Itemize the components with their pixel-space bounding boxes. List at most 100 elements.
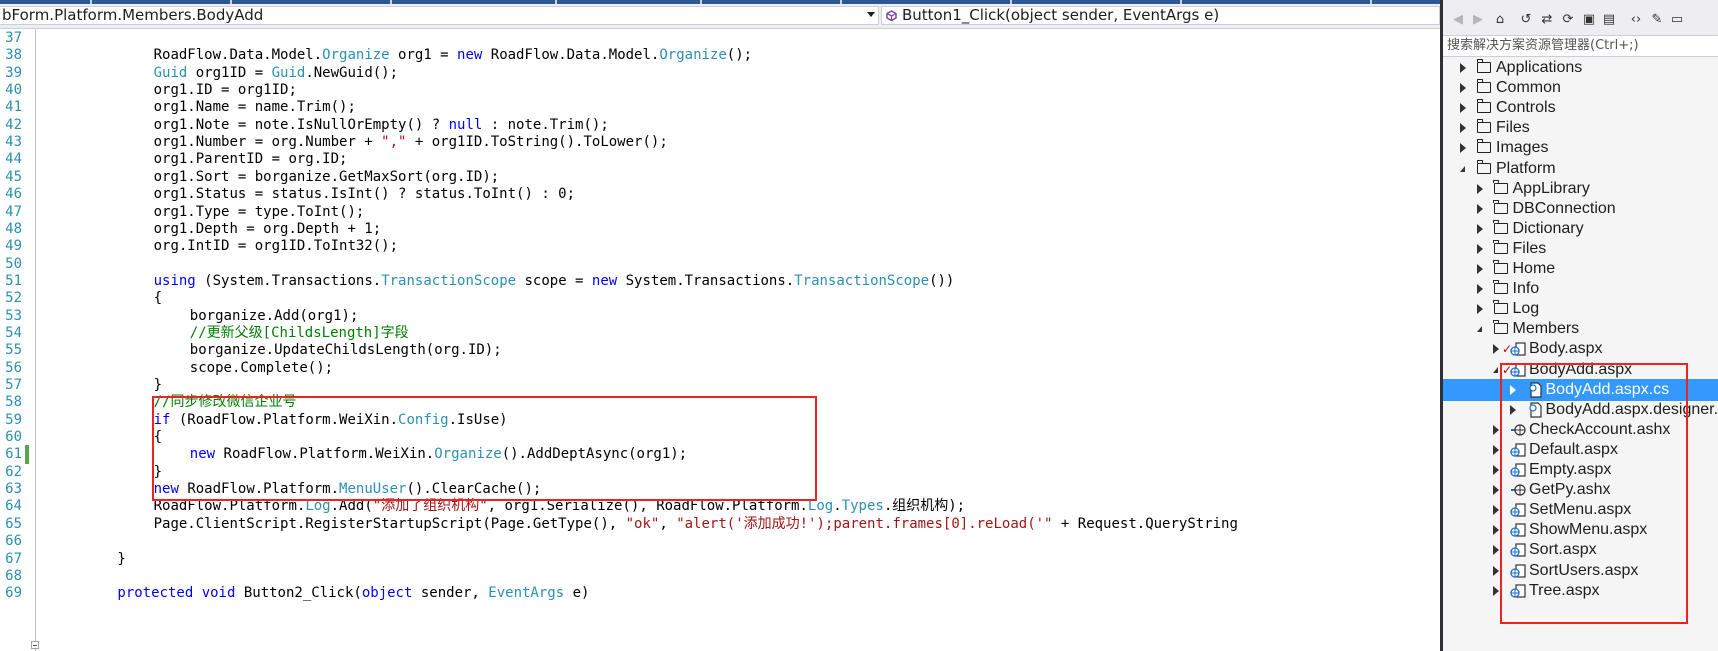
line-number: 46	[5, 186, 22, 203]
properties-icon[interactable]: ✎	[1649, 11, 1665, 29]
expand-arrow-icon[interactable]	[1493, 565, 1499, 576]
back-icon[interactable]: ◀	[1450, 11, 1466, 29]
expand-arrow-icon[interactable]	[1476, 183, 1483, 194]
code-line: new RoadFlow.Platform.WeiXin.Organize().…	[190, 445, 687, 464]
expand-arrow-icon[interactable]	[1493, 545, 1499, 556]
code-token: "添加了组织机构"	[372, 498, 488, 515]
tree-node-images[interactable]: Images	[1443, 137, 1718, 159]
member-selector-dropdown[interactable]: Button1_Click(object sender, EventArgs e…	[881, 6, 1440, 25]
expand-arrow-icon[interactable]	[1509, 404, 1516, 415]
tree-node-tree-aspx[interactable]: Tree.aspx	[1443, 580, 1718, 602]
expand-arrow-icon[interactable]	[1493, 344, 1499, 355]
folder-icon	[1476, 99, 1491, 114]
aspx-page-icon	[1510, 583, 1526, 598]
expand-arrow-icon[interactable]	[1509, 384, 1516, 395]
code-token: + org1ID.ToString().ToLower();	[406, 134, 668, 151]
collapse-all-icon[interactable]: ▣	[1581, 11, 1597, 29]
tree-node-home[interactable]: Home	[1443, 258, 1718, 280]
line-number: 59	[5, 411, 22, 428]
code-line: org1.ID = org1ID;	[154, 81, 297, 100]
collapse-toggle-icon[interactable]	[31, 641, 39, 649]
code-token: Button2_Click(	[235, 585, 362, 602]
tree-node-default-aspx[interactable]: Default.aspx	[1443, 439, 1718, 461]
code-token: org1.Sort = borganize.GetMaxSort(org.ID)…	[153, 168, 500, 185]
code-line: }	[154, 376, 162, 395]
tree-node-members[interactable]: Members	[1443, 318, 1718, 340]
tree-node-platform[interactable]: Platform	[1443, 158, 1718, 180]
tree-node-bodyadd-aspx[interactable]: ✓ BodyAdd.aspx	[1443, 359, 1718, 381]
code-token: Guid	[153, 64, 188, 81]
tree-node-label: Dictionary	[1512, 219, 1584, 237]
tree-node-log[interactable]: Log	[1443, 298, 1718, 320]
solution-explorer-search-input[interactable]: 搜索解决方案资源管理器(Ctrl+;)	[1443, 35, 1718, 57]
expand-arrow-icon[interactable]	[1460, 63, 1466, 73]
tree-node-label: ShowMenu.aspx	[1529, 521, 1648, 539]
expand-arrow-icon[interactable]	[1476, 284, 1483, 295]
tree-node-dbconnection[interactable]: DBConnection	[1443, 198, 1718, 220]
folder-icon	[1476, 119, 1491, 134]
expand-arrow-icon[interactable]	[1476, 243, 1483, 254]
expand-arrow-icon[interactable]	[1460, 83, 1466, 94]
tree-node-showmenu-aspx[interactable]: ShowMenu.aspx	[1443, 519, 1718, 541]
tree-node-bodyadd-aspx-designer-cs[interactable]: BodyAdd.aspx.designer.cs	[1443, 399, 1718, 421]
expand-arrow-icon[interactable]	[1493, 525, 1499, 536]
tree-node-applibrary[interactable]: AppLibrary	[1443, 178, 1718, 200]
expand-arrow-icon[interactable]	[1460, 103, 1466, 114]
tree-node-info[interactable]: Info	[1443, 278, 1718, 300]
expand-arrow-icon[interactable]	[1460, 123, 1466, 134]
line-number: 65	[5, 515, 22, 532]
tree-node-label: Members	[1512, 320, 1580, 338]
code-token: .NewGuid();	[305, 64, 399, 81]
type-selector-value: bForm.Platform.Members.BodyAdd	[2, 6, 264, 24]
sync-icon[interactable]: ⇄	[1539, 11, 1555, 29]
tree-node-body-aspx[interactable]: ✓ Body.aspx	[1443, 338, 1718, 360]
home-icon[interactable]: ⌂	[1491, 11, 1509, 29]
expand-arrow-icon[interactable]	[1476, 203, 1483, 214]
expand-arrow-icon[interactable]	[1493, 465, 1499, 475]
code-token: Page.ClientScript.RegisterStartupScript(…	[153, 515, 626, 532]
expand-arrow-icon[interactable]	[1476, 223, 1483, 234]
tree-node-files[interactable]: Files	[1443, 117, 1718, 139]
expand-arrow-icon[interactable]	[1493, 585, 1499, 596]
expand-arrow-icon[interactable]	[1493, 424, 1499, 435]
tree-node-bodyadd-aspx-cs[interactable]: BodyAdd.aspx.cs	[1443, 378, 1718, 401]
collapse-arrow-icon[interactable]	[1476, 326, 1482, 333]
type-selector-dropdown[interactable]: bForm.Platform.Members.BodyAdd	[0, 6, 879, 25]
refresh-icon[interactable]: ⟳	[1560, 11, 1576, 29]
expand-arrow-icon[interactable]	[1460, 143, 1466, 154]
expand-arrow-icon[interactable]	[1493, 444, 1499, 455]
expand-arrow-icon[interactable]	[1476, 264, 1483, 274]
tree-node-controls[interactable]: Controls	[1443, 97, 1718, 119]
expand-arrow-icon[interactable]	[1493, 505, 1499, 516]
forward-icon[interactable]: ▶	[1470, 11, 1486, 29]
code-line: Guid org1ID = Guid.NewGuid();	[154, 64, 398, 83]
code-line: protected void Button2_Click(object send…	[117, 584, 589, 603]
tree-node-empty-aspx[interactable]: Empty.aspx	[1443, 459, 1718, 481]
tree-node-dictionary[interactable]: Dictionary	[1443, 218, 1718, 240]
line-number: 44	[5, 151, 22, 168]
tree-node-files[interactable]: Files	[1443, 238, 1718, 260]
tree-node-label: Home	[1512, 260, 1556, 277]
expand-arrow-icon[interactable]	[1476, 304, 1483, 315]
view-code-icon[interactable]: ‹›	[1627, 11, 1645, 29]
aspx-page-icon	[1510, 523, 1526, 537]
tree-node-checkaccount-ashx[interactable]: CheckAccount.ashx	[1443, 419, 1718, 441]
collapse-arrow-icon[interactable]	[1460, 165, 1465, 172]
code-token: sender,	[412, 585, 489, 602]
collapse-arrow-icon[interactable]	[1493, 366, 1498, 373]
show-all-files-icon[interactable]: ▤	[1601, 11, 1617, 29]
tree-node-setmenu-aspx[interactable]: SetMenu.aspx	[1443, 499, 1718, 521]
code-line: RoadFlow.Data.Model.Organize org1 = new …	[154, 46, 753, 65]
tree-node-common[interactable]: Common	[1443, 77, 1718, 99]
tree-node-sort-aspx[interactable]: Sort.aspx	[1443, 539, 1718, 561]
tree-node-getpy-ashx[interactable]: GetPy.ashx	[1443, 479, 1718, 501]
tree-node-applications[interactable]: Applications	[1443, 57, 1718, 79]
tree-node-label: BodyAdd.aspx.cs	[1545, 380, 1670, 398]
cs-file-icon	[1528, 402, 1542, 418]
expand-arrow-icon[interactable]	[1493, 485, 1499, 496]
code-editor[interactable]: 37 38 39 40 41 42 43 44 45 46 47 48 49 50 51 52 53 54 55 56…	[0, 29, 1440, 651]
tree-node-sortusers-aspx[interactable]: SortUsers.aspx	[1443, 560, 1718, 582]
history-icon[interactable]: ↺	[1517, 11, 1535, 29]
preview-icon[interactable]: ▭	[1669, 11, 1685, 29]
code-token: Organize	[322, 47, 390, 64]
